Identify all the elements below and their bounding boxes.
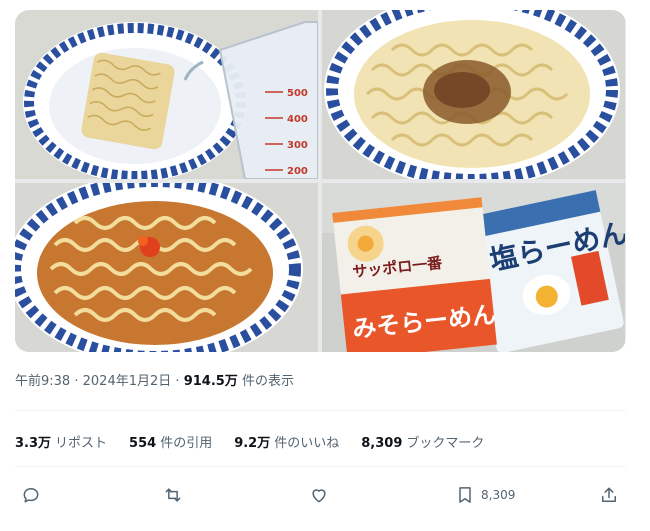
reposts-count: 3.3万	[15, 436, 52, 451]
post-date[interactable]: 2024年1月2日	[83, 374, 172, 389]
heart-icon	[312, 489, 326, 503]
engagement-stats: 3.3万 リポスト 554 件の引用 9.2万 件のいいね 8,309 ブックマーク	[15, 432, 484, 451]
cup-mark-500: 500	[287, 88, 308, 99]
view-label: 件の表示	[241, 374, 294, 389]
share-button[interactable]	[599, 478, 619, 512]
meta-separator: ·	[74, 374, 79, 389]
bookmark-count: 8,309	[481, 488, 516, 502]
bookmarks-count: 8,309	[361, 436, 403, 451]
bookmarks-label: ブックマーク	[406, 436, 485, 451]
post-time[interactable]: 午前9:38	[15, 374, 70, 389]
photo-noodles-soup[interactable]	[15, 183, 318, 352]
reposts-label: リポスト	[55, 436, 108, 451]
quotes-stat[interactable]: 554 件の引用	[129, 432, 212, 451]
photo-noodles-water[interactable]: 500 400 300 200	[15, 10, 318, 179]
reply-icon	[23, 488, 39, 503]
photo-packages[interactable]: 塩らーめん サッポロ一番 みそらーめん	[322, 183, 625, 352]
repost-button[interactable]	[163, 478, 183, 512]
photo-noodles-topping[interactable]	[322, 10, 625, 179]
cup-mark-400: 400	[287, 114, 308, 125]
media-grid: 500 400 300 200 塩らーめん サッポロ一番 みそらーめん	[15, 10, 626, 352]
like-button[interactable]	[309, 478, 329, 512]
quotes-count: 554	[129, 436, 157, 451]
view-count: 914.5万	[183, 374, 238, 389]
cup-mark-300: 300	[287, 140, 308, 151]
cup-mark-200: 200	[287, 166, 308, 177]
divider	[15, 466, 626, 467]
quotes-label: 件の引用	[160, 436, 213, 451]
bookmark-button[interactable]: 8,309	[455, 478, 515, 512]
repost-icon	[165, 488, 181, 502]
bookmark-icon	[459, 487, 471, 503]
reposts-stat[interactable]: 3.3万 リポスト	[15, 432, 107, 451]
meta-separator: ·	[175, 374, 180, 389]
divider	[15, 410, 626, 411]
post-meta: 午前9:38 · 2024年1月2日 · 914.5万 件の表示	[15, 370, 294, 389]
reply-button[interactable]	[21, 478, 41, 512]
likes-count: 9.2万	[234, 436, 271, 451]
bookmarks-stat[interactable]: 8,309 ブックマーク	[361, 432, 484, 451]
likes-stat[interactable]: 9.2万 件のいいね	[234, 432, 339, 451]
likes-label: 件のいいね	[274, 436, 340, 451]
action-bar: 8,309	[15, 478, 626, 512]
share-icon	[602, 487, 616, 502]
